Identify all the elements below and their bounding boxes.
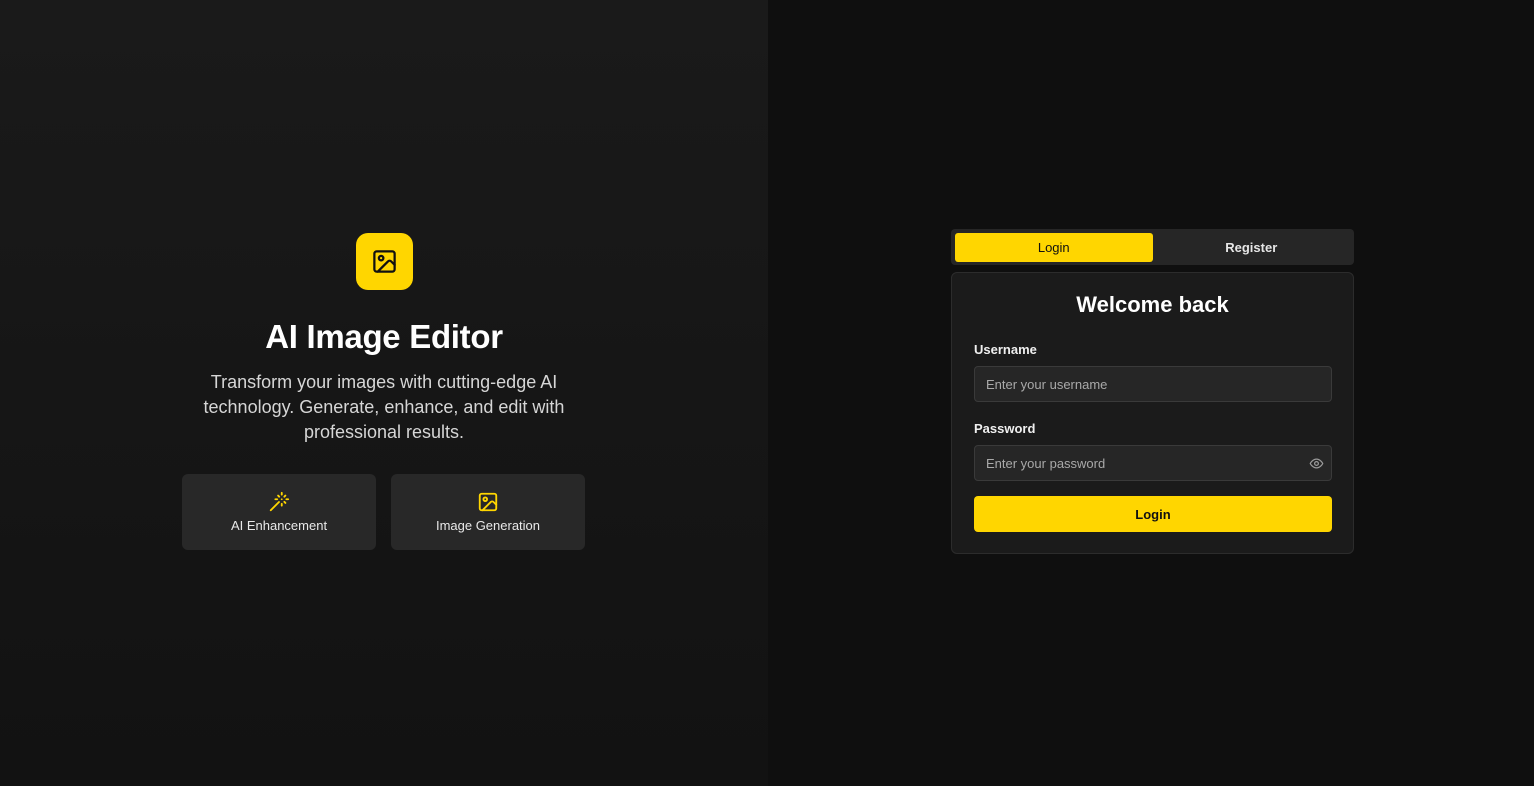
auth-panel: Login Register Welcome back Username Pas… bbox=[768, 0, 1534, 786]
username-input[interactable] bbox=[975, 367, 1331, 401]
login-page: AI Image Editor Transform your images wi… bbox=[0, 0, 1534, 786]
eye-icon bbox=[1309, 458, 1323, 468]
image-icon bbox=[478, 492, 498, 512]
username-label: Username bbox=[974, 342, 1037, 357]
password-field-wrapper bbox=[974, 445, 1332, 481]
feature-card-image-generation: Image Generation bbox=[391, 474, 585, 550]
image-icon bbox=[372, 250, 396, 273]
login-button[interactable]: Login bbox=[974, 496, 1332, 532]
username-field-wrapper bbox=[974, 366, 1332, 402]
form-title: Welcome back bbox=[1076, 292, 1229, 317]
feature-label: AI Enhancement bbox=[230, 518, 328, 533]
tab-login[interactable]: Login bbox=[955, 232, 1153, 262]
feature-card-ai-enhancement: AI Enhancement bbox=[182, 474, 376, 550]
app-tagline: Transform your images with cutting-edge … bbox=[203, 372, 565, 442]
magic-wand-icon bbox=[269, 491, 290, 512]
toggle-password-visibility-button[interactable] bbox=[1301, 446, 1331, 480]
logo bbox=[355, 233, 413, 290]
login-form: Welcome back Username Password Login bbox=[951, 272, 1354, 554]
password-label: Password bbox=[974, 421, 1036, 436]
tab-register[interactable]: Register bbox=[1153, 233, 1351, 262]
app-title: AI Image Editor bbox=[265, 318, 503, 355]
feature-list: AI Enhancement Image Generation bbox=[182, 474, 585, 550]
hero: AI Image Editor Transform your images wi… bbox=[0, 233, 768, 445]
feature-label: Image Generation bbox=[435, 518, 541, 533]
password-input[interactable] bbox=[975, 446, 1301, 480]
auth-tabs: Login Register bbox=[951, 229, 1354, 265]
hero-panel: AI Image Editor Transform your images wi… bbox=[0, 0, 768, 786]
